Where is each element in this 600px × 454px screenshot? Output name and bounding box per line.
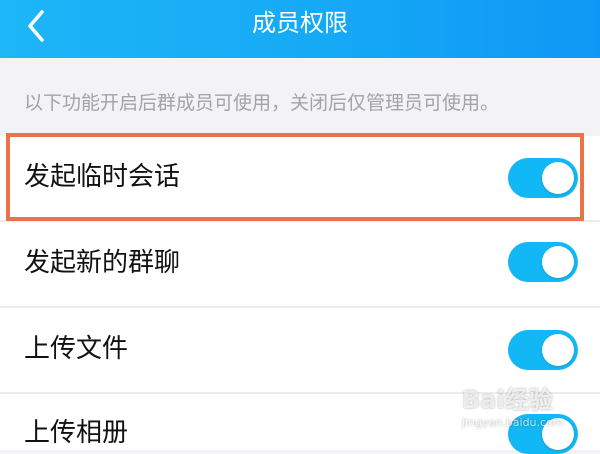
setting-row-new-group-chat[interactable]: 发起新的群聊 (0, 222, 600, 306)
setting-label: 发起临时会话 (24, 162, 181, 192)
toggle-knob (542, 418, 574, 450)
toggle-knob (542, 246, 574, 278)
setting-label: 上传文件 (24, 334, 129, 364)
setting-row-upload-album[interactable]: 上传相册 (0, 394, 600, 454)
page-title: 成员权限 (252, 9, 348, 37)
setting-row-temporary-chat[interactable]: 发起临时会话 (0, 136, 600, 220)
temporary-chat-toggle[interactable] (508, 158, 578, 198)
header-bar: 成员权限 (0, 0, 600, 58)
setting-label: 上传相册 (24, 418, 129, 448)
upload-album-toggle[interactable] (508, 414, 578, 454)
toggle-knob (542, 334, 574, 366)
upload-files-toggle[interactable] (508, 330, 578, 370)
new-group-chat-toggle[interactable] (508, 242, 578, 282)
settings-note: 以下功能开启后群成员可使用，关闭后仅管理员可使用。 (24, 92, 500, 114)
setting-row-upload-files[interactable]: 上传文件 (0, 308, 600, 392)
setting-label: 发起新的群聊 (24, 248, 181, 278)
toggle-knob (542, 162, 574, 194)
